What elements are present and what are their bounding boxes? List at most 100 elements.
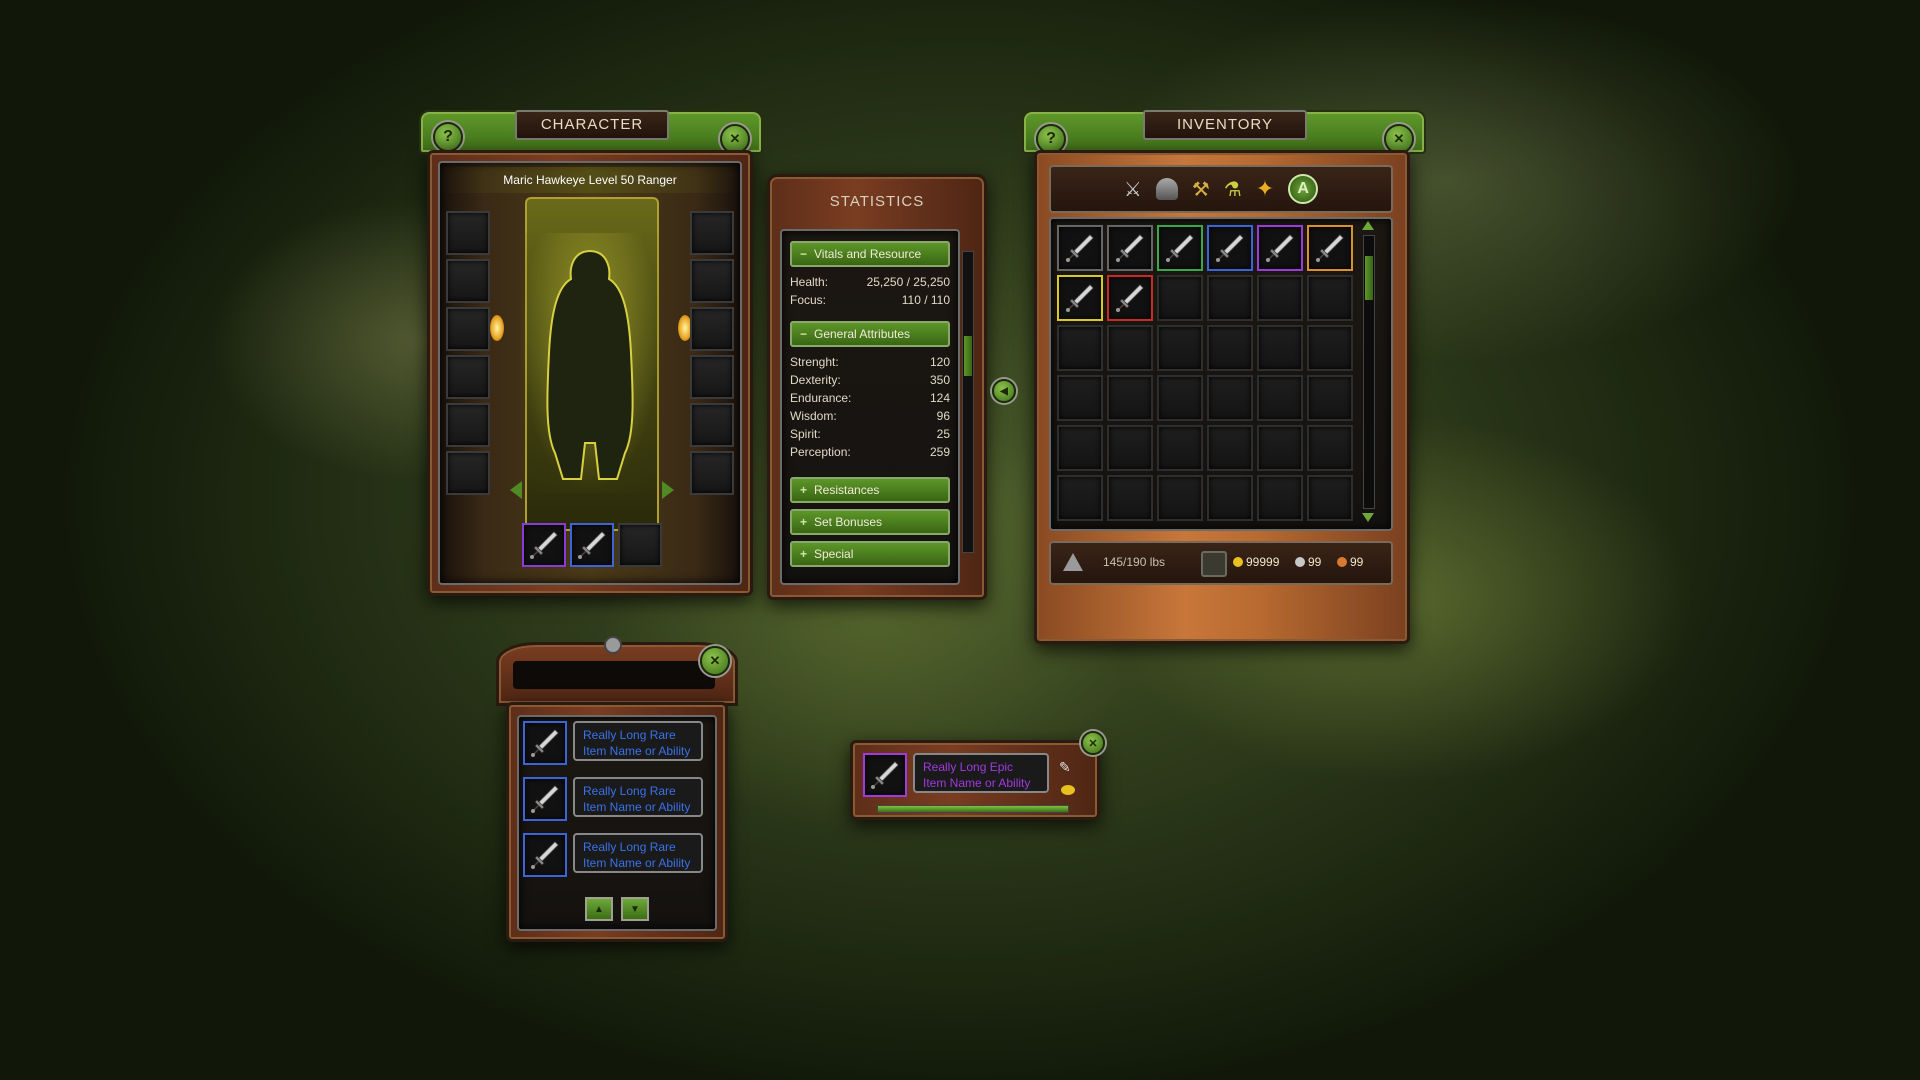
section-set-bonuses-header[interactable]: + Set Bonuses (790, 509, 950, 535)
inventory-empty-slot[interactable] (1207, 275, 1253, 321)
collapse-stats-button[interactable]: ◀ (992, 379, 1016, 403)
loot-item-name: Really Long Rare Item Name or Ability (573, 721, 703, 761)
loot-item-slot[interactable] (523, 777, 567, 821)
inventory-empty-slot[interactable] (1107, 425, 1153, 471)
name-banner: Maric Hawkeye Level 50 Ranger (440, 167, 740, 193)
equip-slot-hands[interactable] (446, 355, 490, 399)
equip-slot-trinket-2[interactable] (690, 403, 734, 447)
equip-slot-trinket-1[interactable] (690, 355, 734, 399)
scroll-up-button[interactable]: ▲ (585, 897, 613, 921)
all-icon[interactable]: A (1288, 174, 1319, 204)
statistics-scroll-thumb[interactable] (964, 336, 972, 376)
inventory-empty-slot[interactable] (1307, 425, 1353, 471)
inventory-empty-slot[interactable] (1207, 375, 1253, 421)
inventory-empty-slot[interactable] (1257, 475, 1303, 521)
collapse-icon: − (800, 247, 808, 261)
inventory-filter-bar: ⚔ ⚒ ⚗ ✦ A (1049, 165, 1393, 213)
equip-slot-ring-2[interactable] (690, 307, 734, 351)
inventory-item-slot[interactable] (1107, 275, 1153, 321)
scroll-down-icon[interactable] (1362, 513, 1374, 522)
silver-amount: 99 (1308, 555, 1322, 569)
loot-popup-close-button[interactable]: ✕ (1081, 731, 1105, 755)
inventory-scrollbar[interactable] (1363, 235, 1375, 509)
inventory-scroll-thumb[interactable] (1365, 256, 1373, 300)
section-special-header[interactable]: + Special (790, 541, 950, 567)
equip-slot-head[interactable] (446, 211, 490, 255)
section-general-header[interactable]: − General Attributes (790, 321, 950, 347)
torch-left (490, 315, 504, 341)
inventory-empty-slot[interactable] (1057, 325, 1103, 371)
inventory-empty-slot[interactable] (1107, 475, 1153, 521)
sword-icon (1163, 231, 1197, 265)
crafting-icon[interactable]: ⚒ (1192, 177, 1210, 202)
chest-item-list: Really Long Rare Item Name or Ability Rea… (517, 715, 717, 931)
rotate-left-icon[interactable] (510, 481, 522, 499)
inventory-empty-slot[interactable] (1257, 425, 1303, 471)
helmet-icon[interactable] (1155, 178, 1178, 200)
inventory-empty-slot[interactable] (1157, 275, 1203, 321)
equip-slot-chest[interactable] (446, 307, 490, 351)
inventory-empty-slot[interactable] (1157, 325, 1203, 371)
inventory-empty-slot[interactable] (1057, 425, 1103, 471)
inventory-empty-slot[interactable] (1257, 325, 1303, 371)
character-silhouette (546, 249, 634, 480)
inventory-empty-slot[interactable] (1307, 275, 1353, 321)
inventory-item-slot[interactable] (1157, 225, 1203, 271)
statistics-scrollbar[interactable] (962, 251, 974, 553)
equip-slot-ring-1[interactable] (690, 259, 734, 303)
weapon-slot-off-hand[interactable] (570, 523, 614, 567)
inventory-empty-slot[interactable] (1307, 325, 1353, 371)
loot-chest-close-button[interactable]: ✕ (700, 646, 730, 676)
inventory-empty-slot[interactable] (1257, 375, 1303, 421)
inventory-empty-slot[interactable] (1207, 425, 1253, 471)
equip-slot-shoulders[interactable] (446, 259, 490, 303)
quill-icon[interactable]: ✎ (1059, 759, 1071, 776)
weapon-slots (522, 523, 662, 567)
inventory-item-slot[interactable] (1207, 225, 1253, 271)
inventory-item-slot[interactable] (1057, 275, 1103, 321)
inventory-empty-slot[interactable] (1257, 275, 1303, 321)
inventory-empty-slot[interactable] (1157, 375, 1203, 421)
equip-slot-legs[interactable] (446, 403, 490, 447)
weapons-icon[interactable]: ⚔ (1124, 177, 1142, 202)
section-vitals-header[interactable]: − Vitals and Resource (790, 241, 950, 267)
inventory-empty-slot[interactable] (1107, 375, 1153, 421)
weight-value: 145/190 lbs (1103, 555, 1166, 569)
inventory-empty-slot[interactable] (1207, 325, 1253, 371)
statistics-body: − Vitals and Resource Health: 25,250 / 25,… (780, 229, 960, 585)
equip-slot-neck[interactable] (690, 211, 734, 255)
star-icon[interactable]: ✦ (1256, 176, 1274, 202)
list-item[interactable]: Really Long Rare Item Name or Ability (523, 833, 703, 877)
inventory-empty-slot[interactable] (1057, 475, 1103, 521)
inventory-empty-slot[interactable] (1307, 475, 1353, 521)
inventory-empty-slot[interactable] (1307, 375, 1353, 421)
inventory-empty-slot[interactable] (1157, 425, 1203, 471)
inventory-item-slot[interactable] (1257, 225, 1303, 271)
loot-item-slot[interactable] (523, 721, 567, 765)
scroll-down-button[interactable]: ▼ (621, 897, 649, 921)
inventory-empty-slot[interactable] (1157, 475, 1203, 521)
list-item[interactable]: Really Long Rare Item Name or Ability (523, 721, 703, 765)
equip-slot-feet[interactable] (446, 451, 490, 495)
rotate-right-icon[interactable] (662, 481, 674, 499)
potion-icon[interactable]: ⚗ (1224, 177, 1242, 202)
inventory-empty-slot[interactable] (1057, 375, 1103, 421)
inventory-empty-slot[interactable] (1207, 475, 1253, 521)
loot-item-slot[interactable] (523, 833, 567, 877)
character-help-button[interactable]: ? (433, 122, 463, 152)
sword-icon (528, 726, 562, 760)
equip-slot-back[interactable] (690, 451, 734, 495)
section-resistances-header[interactable]: + Resistances (790, 477, 950, 503)
inventory-item-slot[interactable] (1107, 225, 1153, 271)
inventory-item-slot[interactable] (1307, 225, 1353, 271)
list-item[interactable]: Really Long Rare Item Name or Ability (523, 777, 703, 821)
weapon-slot-main-hand[interactable] (522, 523, 566, 567)
popup-item-slot[interactable] (863, 753, 907, 797)
inventory-empty-slot[interactable] (1107, 325, 1153, 371)
sword-icon (1063, 281, 1097, 315)
weapon-slot-ranged[interactable] (618, 523, 662, 567)
inventory-item-slot[interactable] (1057, 225, 1103, 271)
bag-icon[interactable] (1201, 551, 1227, 577)
stat-dexterity: Dexterity: 350 (790, 373, 950, 387)
scroll-up-icon[interactable] (1362, 221, 1374, 230)
